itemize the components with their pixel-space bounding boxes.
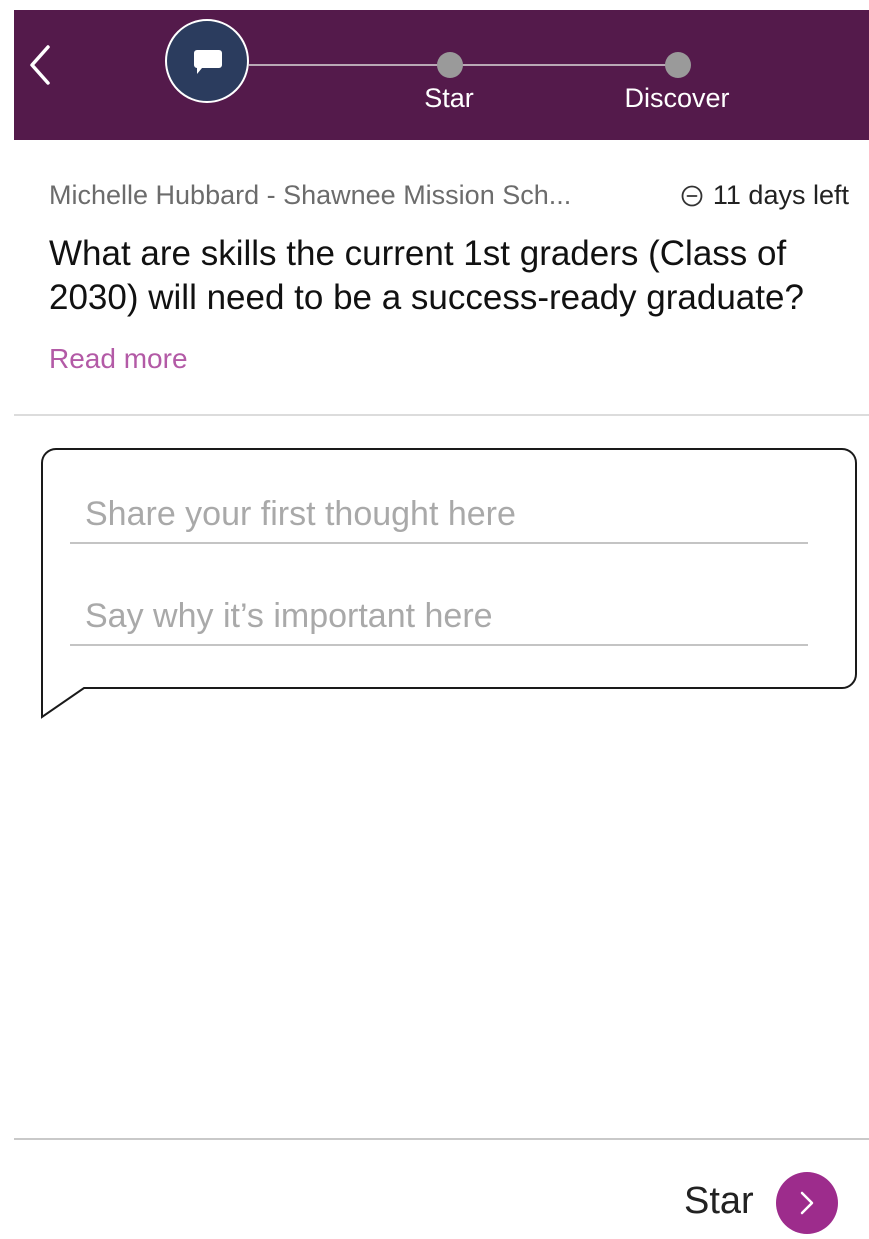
step-star-label: Star	[424, 83, 474, 113]
first-thought-input[interactable]	[70, 486, 808, 544]
step-discover-dot[interactable]	[665, 52, 691, 78]
progress-track	[249, 64, 679, 66]
time-left-text: 11 days left	[712, 180, 849, 210]
timer-icon	[681, 185, 703, 206]
question-text: What are skills the current 1st graders …	[49, 234, 804, 317]
chevron-right-icon	[800, 1191, 814, 1215]
divider	[14, 414, 869, 416]
step-discover-label: Discover	[624, 83, 730, 113]
time-left: 11 days left	[681, 180, 849, 211]
step-star-dot[interactable]	[437, 52, 463, 78]
next-button[interactable]	[776, 1172, 838, 1234]
chat-bubble-icon	[194, 50, 222, 74]
chevron-left-icon	[30, 45, 50, 85]
read-more-link[interactable]: Read more	[49, 343, 188, 375]
back-button[interactable]	[14, 40, 54, 90]
next-step-label: Star	[684, 1180, 754, 1222]
step-share[interactable]	[165, 19, 249, 103]
importance-input[interactable]	[70, 588, 808, 646]
author-school: Michelle Hubbard - Shawnee Mission Sch..…	[49, 180, 572, 210]
footer-divider	[14, 1138, 869, 1140]
